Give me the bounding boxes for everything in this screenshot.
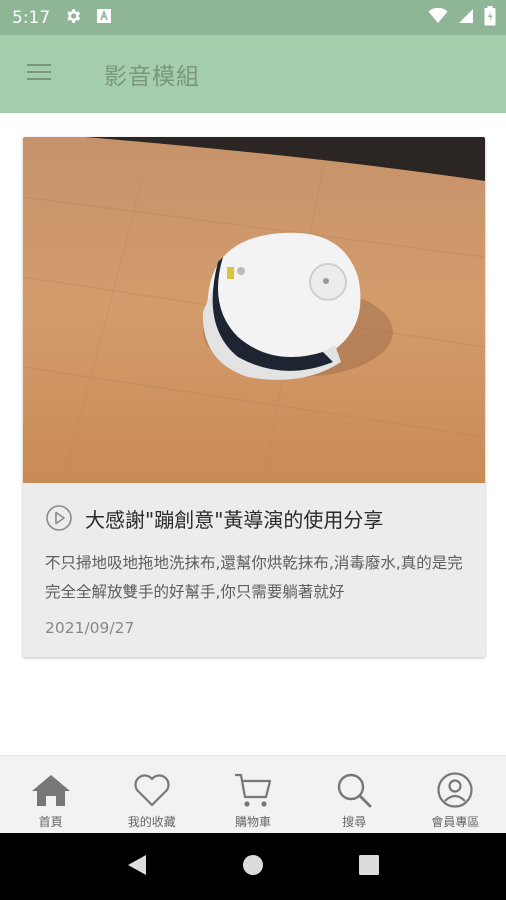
status-bar: 5:17 [0, 0, 506, 35]
video-thumbnail[interactable] [23, 137, 485, 483]
tab-label: 搜尋 [342, 815, 367, 829]
video-title[interactable]: 大感謝"蹦創意"黃導演的使用分享 [85, 504, 383, 533]
recents-square-icon[interactable] [358, 854, 380, 880]
tab-member[interactable]: 會員專區 [405, 756, 506, 833]
video-description: 不只掃地吸地拖地洗抹布,還幫你烘乾抹布,消毒廢水,真的是完完全全解放雙手的好幫手… [45, 554, 463, 601]
page-title: 影音模組 [104, 64, 200, 90]
tab-label: 購物車 [235, 815, 272, 829]
menu-button[interactable] [0, 35, 80, 113]
video-card[interactable]: 大感謝"蹦創意"黃導演的使用分享 不只掃地吸地拖地洗抹布,還幫你烘乾抹布,消毒廢… [23, 137, 485, 657]
battery-icon [484, 5, 496, 30]
tab-search[interactable]: 搜尋 [304, 756, 405, 833]
play-circle-icon[interactable] [45, 504, 73, 532]
tab-cart[interactable]: 購物車 [202, 756, 303, 833]
tab-label: 會員專區 [431, 815, 480, 829]
hamburger-menu-icon [27, 62, 51, 86]
settings-gear-icon [64, 7, 82, 29]
tab-label: 我的收藏 [127, 815, 176, 829]
signal-icon [458, 8, 474, 28]
home-circle-icon[interactable] [241, 853, 265, 881]
heart-icon [132, 770, 172, 810]
status-time: 5:17 [12, 7, 51, 28]
video-date: 2021/09/27 [45, 619, 135, 637]
home-icon [31, 770, 71, 810]
tab-favorites[interactable]: 我的收藏 [101, 756, 202, 833]
tab-home[interactable]: 首頁 [0, 756, 101, 833]
content-area: 大感謝"蹦創意"黃導演的使用分享 不只掃地吸地拖地洗抹布,還幫你烘乾抹布,消毒廢… [0, 113, 506, 755]
bottom-tab-bar: 首頁 我的收藏 購物車 搜尋 會員專區 [0, 755, 506, 833]
back-icon[interactable] [126, 853, 148, 881]
app-bar: 影音模組 [0, 35, 506, 113]
app-a-icon [96, 8, 112, 28]
system-nav-bar [0, 833, 506, 900]
wifi-icon [428, 7, 448, 28]
account-icon [435, 770, 475, 810]
tab-label: 首頁 [38, 815, 63, 829]
search-icon [334, 770, 374, 810]
cart-icon [233, 770, 273, 810]
